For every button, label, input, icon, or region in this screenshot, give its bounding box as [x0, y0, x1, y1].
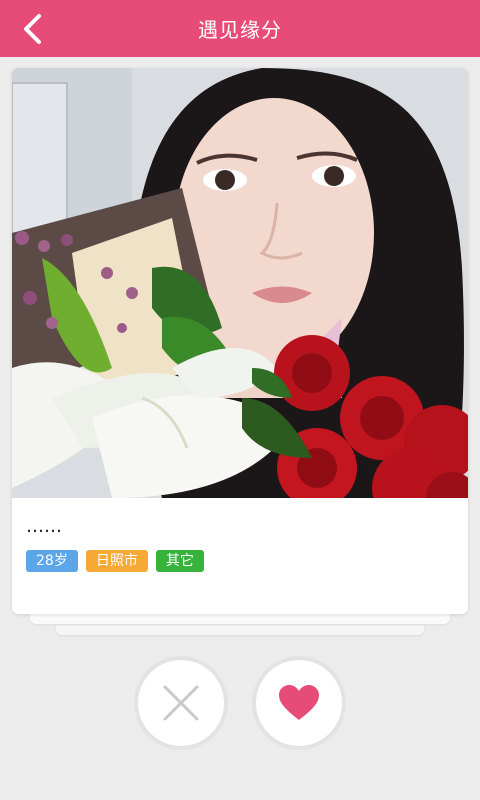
occupation-tag: 其它	[155, 550, 204, 572]
profile-card[interactable]: …… 28岁 日照市 其它	[12, 68, 468, 614]
page-title: 遇见缘分	[198, 18, 282, 42]
card-stack-layer-1	[30, 614, 450, 624]
dislike-button[interactable]	[138, 660, 224, 746]
chevron-left-icon	[24, 14, 41, 44]
city-tag: 日照市	[85, 550, 148, 572]
card-stack-layer-2	[56, 625, 424, 635]
age-tag: 28岁	[26, 550, 78, 572]
profile-intro: ……	[26, 516, 62, 537]
heart-icon	[279, 685, 319, 720]
app-header: 遇见缘分	[0, 0, 480, 57]
profile-tags: 28岁 日照市 其它	[26, 550, 204, 572]
like-button[interactable]	[256, 660, 342, 746]
close-icon	[163, 685, 199, 721]
profile-photo	[12, 68, 468, 498]
back-button[interactable]	[12, 10, 52, 48]
